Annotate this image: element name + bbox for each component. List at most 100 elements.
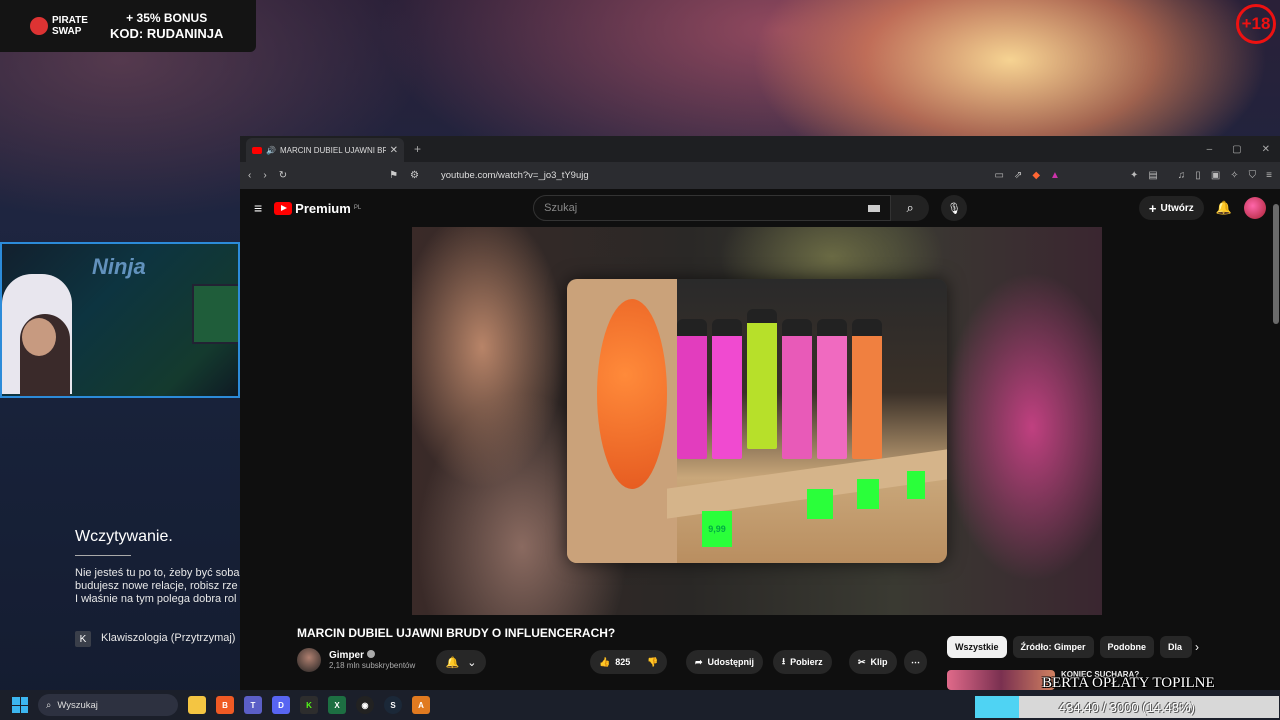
obs-icon[interactable]: ◉ [356, 696, 374, 714]
mic-icon: 🎙 [947, 202, 962, 215]
chip-for-you[interactable]: Dla [1160, 636, 1193, 658]
forward-icon[interactable]: › [263, 170, 266, 181]
app-icon[interactable]: A [412, 696, 430, 714]
brand-line2: SWAP [52, 26, 82, 37]
price-tag-small [807, 489, 833, 519]
subscription-bell-button[interactable]: 🔔 ⌄ [436, 650, 486, 674]
hamburger-menu-icon[interactable]: ≡ [254, 200, 262, 216]
plus-icon: + [1148, 200, 1157, 216]
share-button[interactable]: ➦ Udostępnij [686, 650, 764, 674]
logo-region: PL [353, 205, 362, 211]
taskbar-search-placeholder: Wyszukaj [57, 699, 98, 711]
drink-pouch [817, 319, 847, 459]
drink-pouch [677, 319, 707, 459]
url-field[interactable]: youtube.com/watch?v=_jo3_tY9ujg [441, 170, 589, 181]
goal-text: 434.40 / 3000 (14.48%) [1059, 699, 1195, 715]
drink-pouch [747, 309, 777, 449]
reader-icon[interactable]: ▤ [1148, 170, 1157, 181]
steam-icon[interactable]: S [384, 696, 402, 714]
discord-icon[interactable]: D [272, 696, 290, 714]
brave-icon[interactable]: B [216, 696, 234, 714]
search-button[interactable]: ⌕ [891, 195, 930, 221]
scissors-icon: ✂ [858, 656, 866, 667]
divider [75, 555, 131, 556]
media-icon[interactable]: ♫ [1178, 170, 1186, 181]
tab-title: MARCIN DUBIEL UJAWNI BRUDY O INFLUENCERA… [279, 145, 386, 155]
download-icon: ⭳ [782, 656, 786, 666]
mic-button[interactable]: 🎙 [941, 195, 968, 221]
search-icon: ⌕ [46, 699, 52, 711]
new-tab-button[interactable]: + [414, 142, 421, 156]
chip-all[interactable]: Wszystkie [947, 636, 1007, 658]
drink-pouch [712, 319, 742, 459]
share-label: Udostępnij [707, 657, 755, 667]
more-icon: ⋯ [911, 656, 920, 667]
like-button[interactable]: 👍 825 👎 [590, 650, 668, 674]
youtube-play-icon [274, 201, 293, 215]
close-tab-icon[interactable]: ✕ [390, 145, 398, 156]
thumbs-down-icon[interactable]: 👎 [647, 657, 658, 668]
promo-banner: PIRATE SWAP + 35% BONUS KOD: RUDANINJA [0, 0, 256, 52]
rewards-icon[interactable]: ▲ [1050, 170, 1060, 181]
menu-icon[interactable]: ≡ [1266, 170, 1272, 181]
loading-title: Wczytywanie. [75, 528, 173, 545]
excel-icon[interactable]: X [328, 696, 346, 714]
reload-icon[interactable]: ↻ [279, 170, 287, 181]
download-button[interactable]: ⭳ Pobierz [773, 650, 832, 674]
logo-text: Premium [295, 200, 351, 216]
download-label: Pobierz [790, 657, 823, 667]
subscriber-count: 2,18 mln subskrybentów [329, 661, 416, 670]
price-tag-small [907, 471, 925, 499]
youtube-favicon-icon [252, 146, 262, 154]
search-input[interactable]: Szukaj [533, 195, 892, 221]
create-button[interactable]: + Utwórz [1138, 196, 1204, 220]
clip-button[interactable]: ✂ Klip [849, 650, 897, 674]
file-explorer-icon[interactable] [188, 696, 206, 714]
maximize-button[interactable]: ▢ [1232, 144, 1241, 155]
loading-description: Nie jesteś tu po to, żeby być soba buduj… [75, 567, 240, 605]
windows-start-icon[interactable] [12, 697, 28, 713]
vpn-icon[interactable]: ⛉ [1249, 170, 1257, 181]
back-icon[interactable]: ‹ [248, 170, 251, 181]
close-window-button[interactable]: ✕ [1262, 144, 1270, 155]
avatar[interactable] [1244, 197, 1266, 219]
video-player[interactable]: 9,99 [412, 227, 1102, 615]
sidebar-icon[interactable]: ▯ [1195, 170, 1201, 181]
channel-info: Gimper 2,18 mln subskrybentów [297, 648, 415, 672]
loading-panel: Wczytywanie. Nie jesteś tu po to, żeby b… [0, 520, 240, 660]
chevron-down-icon: ⌄ [467, 656, 477, 669]
teams-icon[interactable]: T [244, 696, 262, 714]
keyboard-icon[interactable] [868, 204, 881, 212]
notifications-bell-icon[interactable]: 🔔 [1216, 200, 1232, 216]
channel-avatar[interactable] [297, 648, 321, 672]
extensions-icon[interactable]: ✦ [1130, 170, 1138, 181]
cast-icon[interactable]: ▭ [995, 170, 1004, 181]
browser-tab[interactable]: 🔊 MARCIN DUBIEL UJAWNI BRUDY O INFLUENCE… [246, 138, 404, 162]
minimize-button[interactable]: – [1207, 144, 1213, 155]
site-settings-icon[interactable]: ⚙ [410, 170, 419, 181]
brave-shield-icon[interactable]: ◆ [1032, 170, 1040, 181]
search-icon: ⌕ [906, 200, 914, 215]
channel-name[interactable]: Gimper [329, 650, 364, 661]
bookmark-icon[interactable]: ⚑ [389, 170, 398, 181]
recommendation-chips: Wszystkie Źródło: Gimper Podobne Dla [947, 636, 1193, 658]
leo-icon[interactable]: ✧ [1230, 170, 1238, 181]
key-hint-icon: K [75, 631, 91, 647]
chip-source[interactable]: Źródło: Gimper [1012, 636, 1094, 658]
taskbar-search[interactable]: ⌕ Wyszukaj [38, 694, 178, 716]
age-badge: +18 [1236, 4, 1276, 44]
scrollbar-thumb[interactable] [1273, 204, 1279, 324]
scrollbar[interactable] [1272, 200, 1280, 690]
share-icon[interactable]: ⇗ [1014, 170, 1022, 181]
chevron-right-icon[interactable]: › [1195, 640, 1199, 654]
kick-icon[interactable]: K [300, 696, 318, 714]
webcam-feed: Ninja [0, 242, 240, 398]
clip-label: Klip [870, 657, 888, 667]
more-actions-button[interactable]: ⋯ [904, 650, 927, 674]
chip-similar[interactable]: Podobne [1099, 636, 1155, 658]
youtube-logo[interactable]: Premium PL [274, 201, 361, 216]
pirateswap-logo: PIRATE SWAP [30, 15, 94, 37]
promo-code: KOD: RUDANINJA [110, 26, 224, 41]
search-placeholder: Szukaj [544, 202, 578, 214]
wallet-icon[interactable]: ▣ [1211, 170, 1220, 181]
